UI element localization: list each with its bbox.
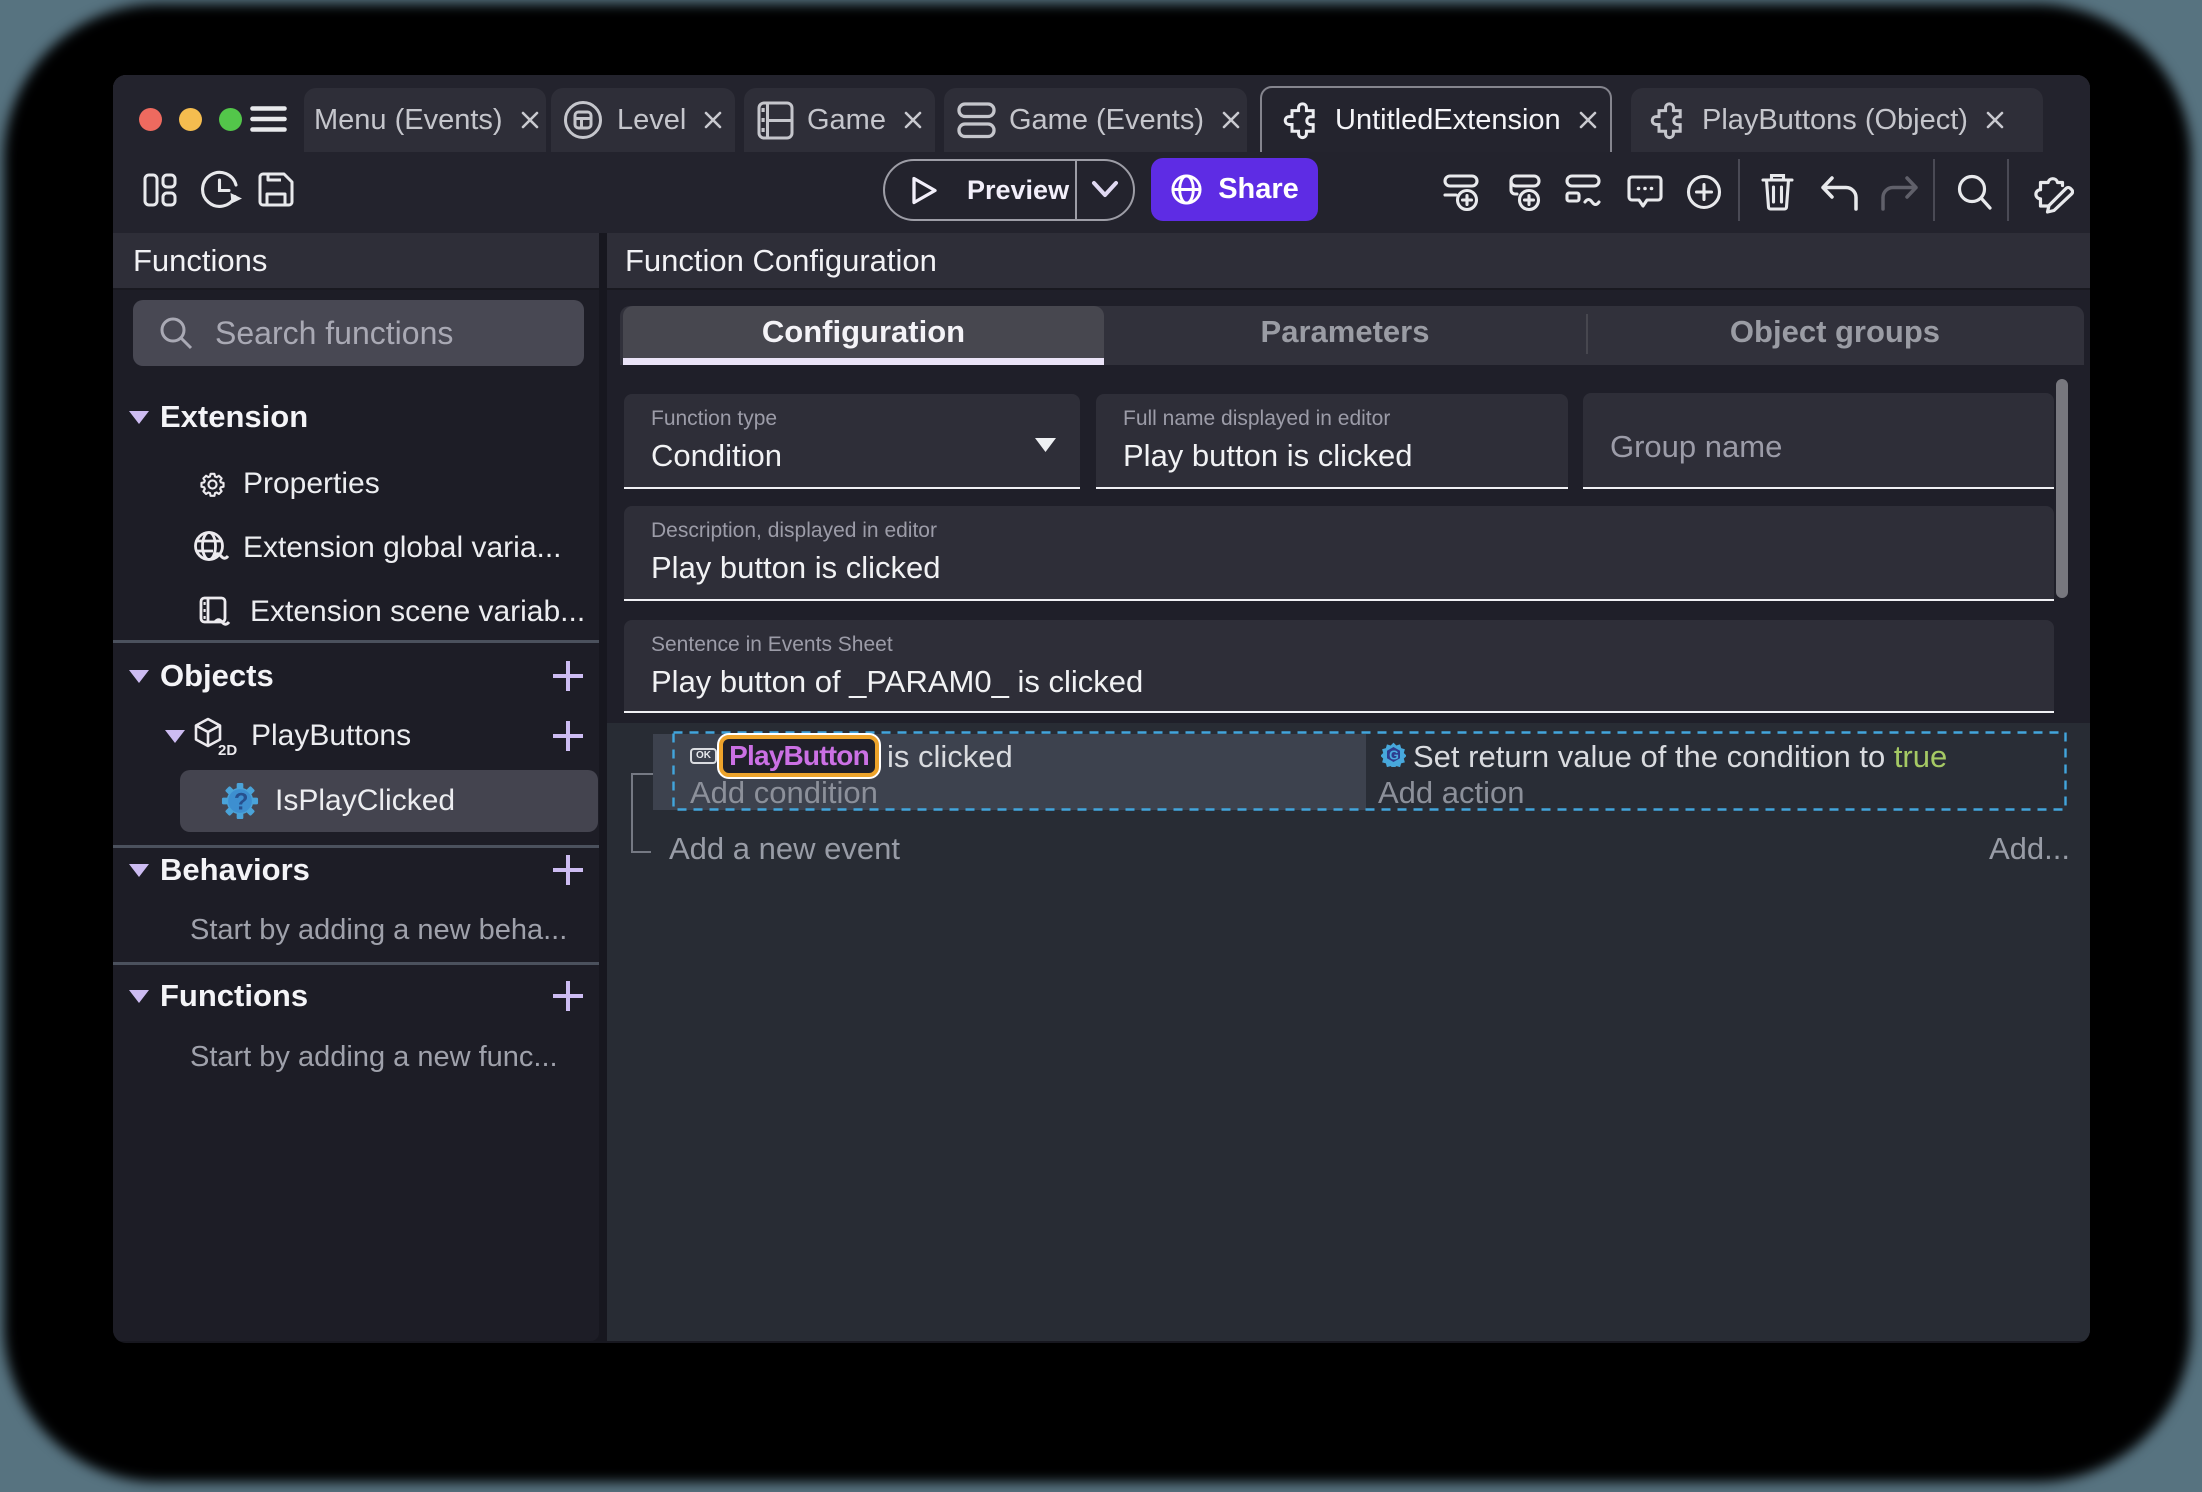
svg-text:?: ? xyxy=(234,789,249,816)
svg-text:G: G xyxy=(1389,749,1399,763)
svg-text:2D: 2D xyxy=(218,742,237,756)
